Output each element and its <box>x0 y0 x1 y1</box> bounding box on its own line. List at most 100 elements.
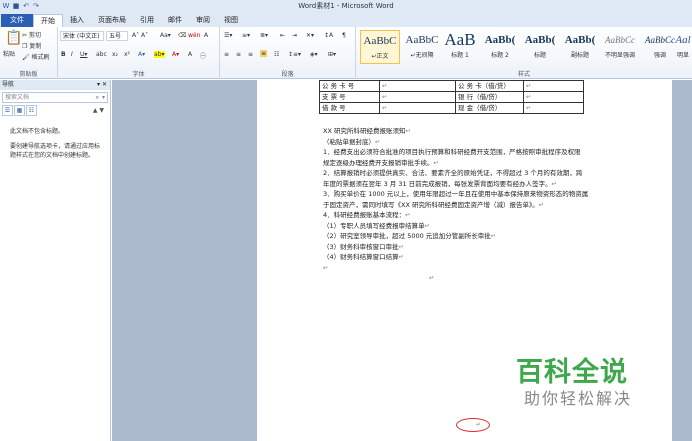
char-shading-icon[interactable]: A <box>188 51 192 58</box>
show-marks-icon[interactable]: ¶ <box>342 32 346 39</box>
tab-mailings[interactable]: 邮件 <box>161 14 189 27</box>
font-name-select[interactable]: 宋体 (中文正) <box>60 31 104 41</box>
tab-review[interactable]: 审阅 <box>189 14 217 27</box>
ribbon: 📋 粘贴 ✂ 剪切 ❐ 复制 🖌 格式刷 剪贴板 宋体 (中文正) 五号 A˄ … <box>0 27 692 79</box>
text-effects-icon[interactable]: A▾ <box>138 51 145 58</box>
justify-icon[interactable]: ≡ <box>260 50 268 57</box>
chinese-layout-icon[interactable]: ✕▾ <box>306 32 314 39</box>
pages-view-icon[interactable]: ▦ <box>14 105 25 116</box>
tab-insert[interactable]: 插入 <box>63 14 91 27</box>
align-right-icon[interactable]: ≡ <box>248 51 253 58</box>
decrease-indent-icon[interactable]: ⇤ <box>280 32 285 39</box>
style-normal[interactable]: AaBbC ↵正文 <box>360 30 400 64</box>
table-cell[interactable]: 现 金（借/贷） <box>455 102 524 114</box>
increase-indent-icon[interactable]: ⇥ <box>292 32 297 39</box>
tab-view[interactable]: 视图 <box>217 14 245 27</box>
style-subtitle[interactable]: AaBb( 副标题 <box>560 30 600 64</box>
nav-search-input[interactable]: 搜索文档 ⌕ ▾ <box>2 92 108 103</box>
bold-icon[interactable]: B <box>61 51 66 58</box>
paste-button[interactable]: 粘贴 <box>3 49 15 58</box>
style-heading-2[interactable]: AaBb( 标题 2 <box>480 30 520 64</box>
tab-file[interactable]: 文件 <box>1 14 33 27</box>
table-cell[interactable]: ↵ <box>379 91 456 103</box>
font-color-icon[interactable]: A▾ <box>172 51 179 58</box>
cell-end-mark: ↵ <box>382 82 388 90</box>
nav-view-tabs: ☰ ▦ ☷ ▲ ▼ <box>2 105 108 117</box>
format-painter-button[interactable]: 🖌 格式刷 <box>22 52 50 61</box>
tab-home[interactable]: 开始 <box>33 14 63 27</box>
style-subtle-emphasis[interactable]: AaBbCc 不明显强调 <box>600 30 640 64</box>
paste-icon[interactable]: 📋 <box>5 30 22 46</box>
italic-icon[interactable]: I <box>71 51 73 58</box>
doc-line: ↵ <box>323 263 643 274</box>
ribbon-tabs: 文件 开始 插入 页面布局 引用 邮件 审阅 视图 <box>0 12 692 27</box>
table-cell[interactable]: 公 务 卡（借/贷） <box>455 80 524 92</box>
multilevel-list-icon[interactable]: ≣▾ <box>260 32 268 39</box>
align-left-icon[interactable]: ≡ <box>224 51 229 58</box>
style-intense-emphasis[interactable]: Aal 明显 <box>674 30 692 64</box>
doc-line: 1．经费支出必须符合批准的项目执行预算和科研经费开支范围，严格按照审批程序及权限 <box>323 148 581 156</box>
clear-format-icon[interactable]: ⌫ <box>178 32 186 39</box>
distributed-icon[interactable]: ☷ <box>274 51 279 58</box>
style-name: 不明显强调 <box>604 52 635 59</box>
table-cell[interactable]: 公 务 卡 号 <box>319 80 380 92</box>
bullets-icon[interactable]: ☰▾ <box>224 32 232 39</box>
char-border-icon[interactable]: A <box>204 32 208 39</box>
copy-button[interactable]: ❐ 复制 <box>22 41 41 50</box>
style-heading-1[interactable]: AaB 标题 1 <box>440 30 480 64</box>
numbering-icon[interactable]: ≡▾ <box>242 32 250 39</box>
nav-arrows-icon[interactable]: ▲ ▼ <box>93 106 104 117</box>
paragraph-mark: ↵ <box>398 242 405 251</box>
chevron-down-icon[interactable]: ▾ <box>102 93 105 103</box>
borders-icon[interactable]: ⊞▾ <box>328 51 336 58</box>
grow-font-icon[interactable]: A˄ A˅ <box>132 32 148 39</box>
table-cell[interactable]: ↵ <box>523 102 584 114</box>
font-group: 宋体 (中文正) 五号 A˄ A˅ Aa▾ ⌫ wén A B I U▾ abc… <box>58 27 220 79</box>
tab-page-layout[interactable]: 页面布局 <box>91 14 133 27</box>
style-preview: AaBbC <box>405 34 439 46</box>
sort-icon[interactable]: ↕A <box>324 32 333 39</box>
highlight-icon[interactable]: ab▾ <box>154 51 165 58</box>
style-no-spacing[interactable]: AaBbC ↵无间隔 <box>402 30 442 64</box>
table-cell[interactable]: ↵ <box>379 80 456 92</box>
strikethrough-icon[interactable]: abc <box>96 51 107 58</box>
phonetic-icon[interactable]: wén <box>188 32 200 39</box>
style-title[interactable]: AaBb( 标题 <box>520 30 560 64</box>
tab-references[interactable]: 引用 <box>133 14 161 27</box>
navigation-pane: 导航 ▾ ✕ 搜索文档 ⌕ ▾ ☰ ▦ ☷ ▲ ▼ 此文档不包含标题。 要创建导… <box>0 80 111 441</box>
search-icon[interactable]: ⌕ <box>96 93 99 103</box>
paragraph-mark: ↵ <box>424 221 431 230</box>
table-cell[interactable]: ↵ <box>523 91 584 103</box>
style-preview: AaBb( <box>564 34 596 46</box>
paragraph-mark: ↵ <box>375 137 381 146</box>
table-row: 支 票 号 ↵ 银 行（借/贷） ↵ <box>319 91 584 103</box>
underline-icon[interactable]: U▾ <box>80 51 87 58</box>
nav-search-placeholder: 搜索文档 <box>5 94 30 101</box>
change-case-icon[interactable]: Aa▾ <box>160 32 171 39</box>
clipboard-group-label: 剪贴板 <box>19 71 38 78</box>
paragraph-mark: ↵ <box>405 211 411 219</box>
document-body[interactable]: XX 研究所科研经费报账须知↵ （粘贴单据封底）↵ 1．经费支出必须符合批准的项… <box>323 126 643 284</box>
table-cell[interactable]: 银 行（借/贷） <box>455 91 524 103</box>
align-center-icon[interactable]: ≡ <box>236 51 241 58</box>
headings-view-icon[interactable]: ☰ <box>2 105 13 116</box>
table-cell[interactable]: 借 款 号 <box>319 102 380 114</box>
cut-button[interactable]: ✂ 剪切 <box>22 30 41 39</box>
nav-empty-message: 此文档不包含标题。 <box>10 128 65 135</box>
table-cell[interactable]: 支 票 号 <box>319 91 380 103</box>
table-cell[interactable]: ↵ <box>379 102 456 114</box>
nav-close-icon[interactable]: ▾ ✕ <box>97 80 107 90</box>
paragraph-mark: ↵ <box>476 421 482 428</box>
doc-line: （粘贴单据封底）↵ <box>323 137 381 146</box>
enclose-char-icon[interactable]: ㊀ <box>200 51 206 60</box>
line-spacing-icon[interactable]: ↕≡▾ <box>288 51 301 58</box>
subscript-icon[interactable]: x₂ <box>112 51 118 58</box>
font-size-select[interactable]: 五号 <box>106 31 128 41</box>
table-cell[interactable]: ↵ <box>523 80 584 92</box>
paragraph-mark: ↵ <box>433 158 439 167</box>
results-view-icon[interactable]: ☷ <box>26 105 37 116</box>
shading-icon[interactable]: ◈▾ <box>310 51 318 58</box>
title-bar: W ■ ↶ ↷ Word素材1 - Microsoft Word <box>0 0 692 12</box>
doc-line: 4．科研经费报账基本流程：↵ <box>323 211 411 219</box>
superscript-icon[interactable]: x² <box>124 51 130 58</box>
